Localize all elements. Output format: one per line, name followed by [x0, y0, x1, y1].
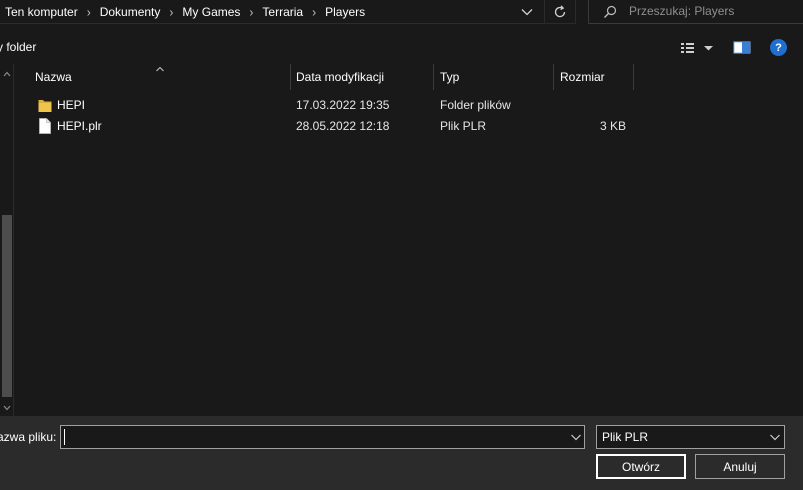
search-placeholder: Przeszukaj: Players — [629, 4, 735, 18]
scroll-up-icon[interactable] — [2, 68, 12, 78]
refresh-icon[interactable] — [548, 2, 572, 22]
file-date: 17.03.2022 19:35 — [296, 98, 390, 112]
breadcrumb-item[interactable]: Ten komputer — [5, 5, 78, 19]
open-button[interactable]: Otwórz — [596, 454, 686, 479]
divider — [544, 0, 545, 24]
breadcrumb-separator[interactable]: › — [312, 4, 316, 19]
toolbar: y folder ? — [0, 32, 803, 64]
file-size: 3 KB — [599, 119, 626, 133]
file-date: 28.05.2022 12:18 — [296, 119, 390, 133]
file-row[interactable]: HEPI 17.03.2022 19:35 Folder plików — [15, 95, 803, 116]
search-input[interactable]: Przeszukaj: Players — [588, 0, 803, 24]
column-header-name[interactable]: Nazwa — [15, 64, 290, 90]
scrollbar[interactable] — [0, 64, 14, 416]
breadcrumb-item[interactable]: My Games — [182, 5, 240, 19]
file-type: Folder plików — [440, 98, 511, 112]
scrollbar-thumb[interactable] — [2, 215, 12, 397]
breadcrumb-separator[interactable]: › — [249, 4, 253, 19]
column-header-label: Typ — [440, 70, 460, 84]
address-bar[interactable]: Ten komputer › Dokumenty › My Games › Te… — [0, 0, 576, 24]
filename-label: azwa pliku: — [0, 430, 57, 444]
filetype-value: Plik PLR — [602, 430, 649, 444]
breadcrumb-separator[interactable]: › — [169, 4, 173, 19]
breadcrumb-item[interactable]: Terraria — [262, 5, 303, 19]
chevron-down-icon[interactable] — [517, 3, 537, 21]
breadcrumb-item[interactable]: Dokumenty — [100, 5, 161, 19]
dialog-footer: azwa pliku: Plik PLR Otwórz Anuluj — [0, 416, 803, 490]
file-type: Plik PLR — [440, 119, 487, 133]
chevron-down-icon[interactable] — [570, 431, 582, 443]
folder-icon — [38, 97, 52, 113]
file-name: HEPI — [57, 98, 86, 112]
filetype-select[interactable]: Plik PLR — [596, 425, 785, 449]
preview-pane-icon[interactable] — [733, 40, 751, 56]
text-caret — [64, 429, 65, 445]
column-divider[interactable] — [633, 64, 634, 90]
breadcrumb-separator[interactable]: › — [87, 4, 91, 19]
column-header-label: Nazwa — [35, 70, 72, 84]
sort-ascending-icon — [155, 62, 165, 72]
file-icon — [38, 118, 52, 134]
search-icon — [602, 4, 618, 20]
address-bar-row: Ten komputer › Dokumenty › My Games › Te… — [0, 0, 803, 32]
filename-input[interactable] — [60, 425, 585, 449]
column-header-label: Data modyfikacji — [296, 70, 385, 84]
column-header-size[interactable]: Rozmiar — [554, 64, 633, 90]
cancel-button[interactable]: Anuluj — [695, 454, 785, 479]
chevron-down-icon[interactable] — [769, 431, 781, 443]
breadcrumb: Ten komputer › Dokumenty › My Games › Te… — [5, 4, 365, 20]
new-folder-button[interactable]: y folder — [0, 40, 36, 54]
help-icon[interactable]: ? — [770, 39, 787, 56]
column-header-date[interactable]: Data modyfikacji — [291, 64, 434, 90]
breadcrumb-item[interactable]: Players — [325, 5, 365, 19]
navigation-pane[interactable] — [0, 64, 14, 416]
view-options-icon[interactable] — [679, 40, 715, 56]
column-header-type[interactable]: Typ — [434, 64, 553, 90]
file-list[interactable]: Nazwa Data modyfikacji Typ Rozmiar HEPI … — [15, 64, 803, 416]
file-name: HEPI.plr — [57, 119, 102, 133]
column-header-label: Rozmiar — [560, 70, 605, 84]
scroll-down-icon[interactable] — [2, 402, 12, 412]
file-row[interactable]: HEPI.plr 28.05.2022 12:18 Plik PLR 3 KB — [15, 116, 803, 137]
